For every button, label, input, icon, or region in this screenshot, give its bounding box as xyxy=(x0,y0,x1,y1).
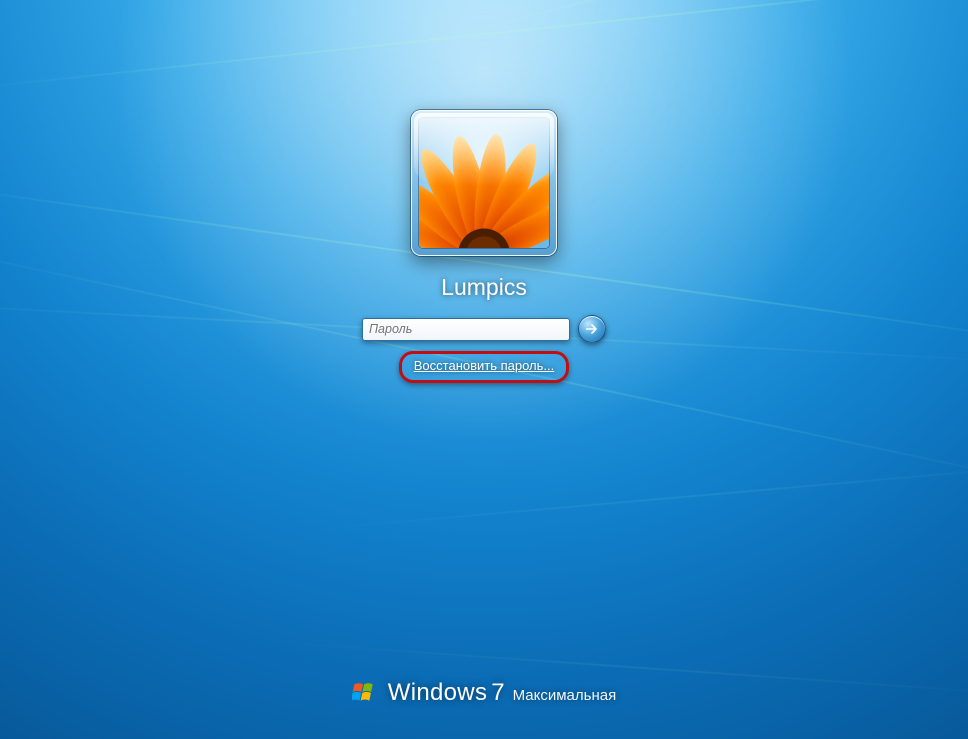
brand-product: Windows xyxy=(388,679,487,707)
password-input[interactable] xyxy=(362,318,570,341)
login-panel: Lumpics Восстановить пароль... xyxy=(0,110,968,383)
submit-button[interactable] xyxy=(578,315,606,343)
user-avatar xyxy=(419,118,549,248)
branding-bar: Windows 7 Максимальная xyxy=(0,679,968,707)
reset-password-link[interactable]: Восстановить пароль... xyxy=(414,358,555,373)
brand-version: 7 xyxy=(491,679,504,707)
reset-password-highlight: Восстановить пароль... xyxy=(399,351,570,383)
brand-edition: Максимальная xyxy=(513,687,617,704)
arrow-right-icon xyxy=(584,321,600,337)
branding-text: Windows 7 Максимальная xyxy=(388,679,616,707)
flower-icon xyxy=(419,118,549,248)
user-avatar-frame xyxy=(411,110,557,256)
windows-logo-icon xyxy=(352,680,378,706)
password-row xyxy=(362,315,606,343)
username-label: Lumpics xyxy=(441,274,527,301)
